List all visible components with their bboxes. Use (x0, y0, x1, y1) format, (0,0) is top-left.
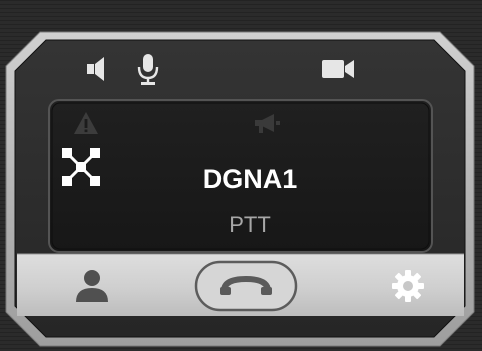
user-icon[interactable] (72, 268, 112, 304)
hang-up-button[interactable] (194, 260, 298, 312)
bottom-action-bar (0, 254, 482, 318)
video-camera-icon[interactable] (320, 55, 358, 83)
status-strip (56, 106, 426, 139)
top-toolbar (0, 52, 482, 88)
speaker-icon[interactable] (84, 54, 114, 84)
warning-icon (74, 112, 98, 134)
call-mode-label: PTT (229, 212, 271, 237)
group-node-icon (62, 148, 100, 186)
gear-icon[interactable] (390, 268, 426, 304)
megaphone-icon (255, 114, 280, 133)
microphone-icon[interactable] (134, 52, 162, 86)
group-name: DGNA1 (202, 164, 298, 194)
